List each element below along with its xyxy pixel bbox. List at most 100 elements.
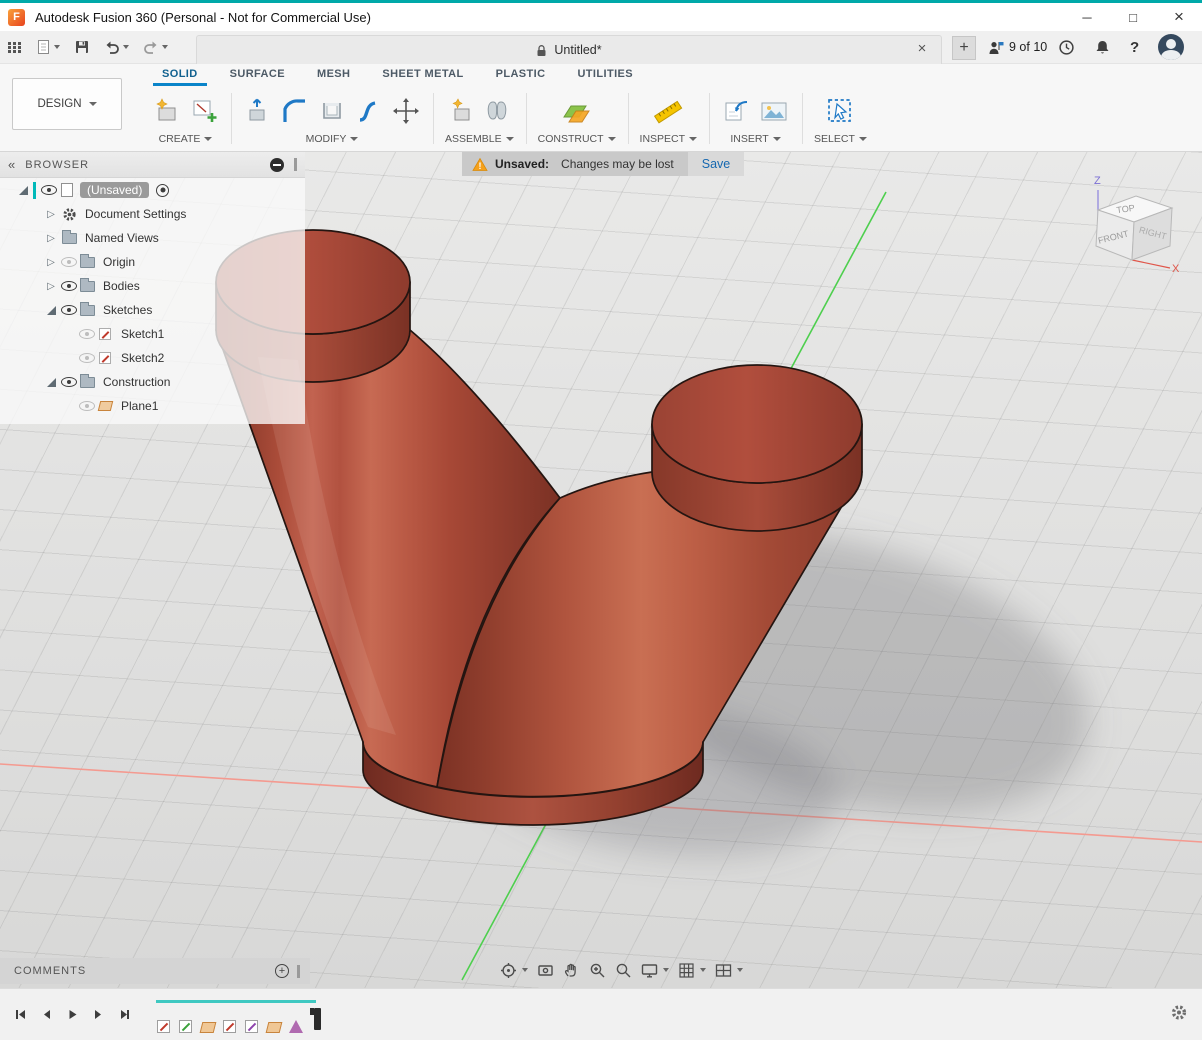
eye-icon[interactable]: [61, 377, 77, 387]
timeline-feature-sketch[interactable]: [178, 1016, 193, 1033]
expander-closed-icon[interactable]: ▷: [47, 281, 55, 292]
tab-sheet-metal[interactable]: SHEET METAL: [366, 68, 479, 86]
timeline-feature-loft[interactable]: [288, 1016, 303, 1033]
redo-icon[interactable]: [143, 40, 168, 55]
shell-icon[interactable]: [317, 96, 347, 126]
tab-utilities[interactable]: UTILITIES: [561, 68, 649, 86]
browser-item-sketches[interactable]: Sketches: [0, 298, 305, 322]
model-right-cap-top[interactable]: [652, 365, 862, 483]
expander-open-icon[interactable]: [47, 306, 56, 315]
joint-icon[interactable]: [483, 96, 511, 126]
view-cube[interactable]: Z X TOP FRONT RIGHT: [1054, 164, 1184, 279]
panel-grip-handle[interactable]: [294, 158, 297, 171]
activate-radio-icon[interactable]: [156, 184, 169, 197]
group-insert-label[interactable]: INSERT: [730, 133, 768, 145]
timeline-feature-sketch[interactable]: [222, 1016, 237, 1033]
eye-hidden-icon[interactable]: [79, 329, 95, 339]
eye-hidden-icon[interactable]: [79, 353, 95, 363]
timeline-feature-sketch[interactable]: [244, 1016, 259, 1033]
comments-panel[interactable]: COMMENTS +: [0, 958, 310, 984]
eye-icon[interactable]: [61, 305, 77, 315]
group-select-label[interactable]: SELECT: [814, 133, 855, 145]
workspace-selector[interactable]: DESIGN: [12, 78, 122, 130]
expander-open-icon[interactable]: [47, 378, 56, 387]
collapse-panel-icon[interactable]: «: [8, 157, 15, 172]
canvas-image-icon[interactable]: [758, 96, 790, 126]
browser-item-plane1[interactable]: Plane1: [0, 394, 305, 418]
construct-plane-icon[interactable]: [560, 96, 594, 126]
browser-item-construction[interactable]: Construction: [0, 370, 305, 394]
browser-item-sketch1[interactable]: Sketch1: [0, 322, 305, 346]
insert-svg-icon[interactable]: [721, 96, 751, 126]
app-grid-icon[interactable]: [8, 42, 22, 53]
save-icon[interactable]: [74, 39, 90, 55]
avatar[interactable]: [1158, 31, 1184, 63]
browser-item-root[interactable]: (Unsaved): [0, 178, 305, 202]
group-assemble-label[interactable]: ASSEMBLE: [445, 133, 502, 145]
select-icon[interactable]: [825, 96, 855, 126]
new-component-icon[interactable]: [448, 96, 476, 126]
sweep-icon[interactable]: [354, 96, 384, 126]
tab-mesh[interactable]: MESH: [301, 68, 366, 86]
measure-icon[interactable]: [652, 96, 684, 126]
group-create-label[interactable]: CREATE: [159, 133, 201, 145]
expander-closed-icon[interactable]: ▷: [47, 233, 55, 244]
timeline-feature-plane[interactable]: [200, 1016, 215, 1033]
viewport-3d[interactable]: ! Unsaved: Changes may be lost Save « BR…: [0, 152, 1202, 988]
skip-end-icon[interactable]: [114, 1005, 134, 1025]
hide-panel-icon[interactable]: [270, 158, 284, 172]
zoom-window-icon[interactable]: [589, 962, 606, 979]
document-tab[interactable]: Untitled* ×: [196, 35, 942, 64]
orbit-icon[interactable]: [500, 962, 528, 979]
file-new-icon[interactable]: [36, 39, 60, 55]
browser-item-named-views[interactable]: ▷ Named Views: [0, 226, 305, 250]
group-modify-label[interactable]: MODIFY: [306, 133, 347, 145]
browser-item-document-settings[interactable]: ▷ Document Settings: [0, 202, 305, 226]
tab-solid[interactable]: SOLID: [146, 68, 214, 86]
timeline-track[interactable]: [156, 997, 321, 1033]
tab-surface[interactable]: SURFACE: [214, 68, 301, 86]
maximize-icon[interactable]: □: [1110, 0, 1156, 34]
group-inspect-label[interactable]: INSPECT: [640, 133, 686, 145]
pan-icon[interactable]: [563, 962, 580, 979]
browser-item-sketch2[interactable]: Sketch2: [0, 346, 305, 370]
eye-hidden-icon[interactable]: [61, 257, 77, 267]
press-pull-icon[interactable]: [243, 96, 273, 126]
look-at-icon[interactable]: [537, 962, 554, 979]
job-status[interactable]: 9 of 10: [988, 31, 1047, 63]
help-icon[interactable]: ?: [1130, 31, 1139, 63]
tab-plastic[interactable]: PLASTIC: [480, 68, 562, 86]
undo-icon[interactable]: [104, 40, 129, 55]
eye-hidden-icon[interactable]: [79, 401, 95, 411]
notifications-bell-icon[interactable]: [1094, 31, 1111, 63]
grid-display-icon[interactable]: [678, 962, 706, 979]
step-forward-icon[interactable]: [88, 1005, 108, 1025]
eye-icon[interactable]: [41, 185, 57, 195]
timeline-settings-gear-icon[interactable]: [1170, 1003, 1188, 1026]
new-component-icon[interactable]: [152, 96, 182, 126]
display-settings-icon[interactable]: [641, 962, 669, 979]
skip-start-icon[interactable]: [10, 1005, 30, 1025]
browser-item-bodies[interactable]: ▷ Bodies: [0, 274, 305, 298]
zoom-icon[interactable]: [615, 962, 632, 979]
play-icon[interactable]: [62, 1005, 82, 1025]
fillet-icon[interactable]: [280, 96, 310, 126]
timeline-feature-sketch[interactable]: [156, 1016, 171, 1033]
step-back-icon[interactable]: [36, 1005, 56, 1025]
minimize-icon[interactable]: ─: [1064, 0, 1110, 34]
expander-closed-icon[interactable]: ▷: [47, 257, 55, 268]
eye-icon[interactable]: [61, 281, 77, 291]
save-button[interactable]: Save: [688, 152, 745, 176]
group-construct-label[interactable]: CONSTRUCT: [538, 133, 604, 145]
close-document-icon[interactable]: ×: [913, 40, 931, 57]
expander-closed-icon[interactable]: ▷: [47, 209, 55, 220]
create-sketch-icon[interactable]: [189, 96, 219, 126]
browser-item-origin[interactable]: ▷ Origin: [0, 250, 305, 274]
move-icon[interactable]: [391, 96, 421, 126]
viewports-icon[interactable]: [715, 962, 743, 979]
clock-icon[interactable]: [1058, 31, 1075, 63]
new-tab-icon[interactable]: +: [952, 36, 976, 60]
panel-grip-handle[interactable]: [297, 965, 300, 978]
timeline-feature-plane[interactable]: [266, 1016, 281, 1033]
add-comment-icon[interactable]: +: [275, 964, 289, 978]
